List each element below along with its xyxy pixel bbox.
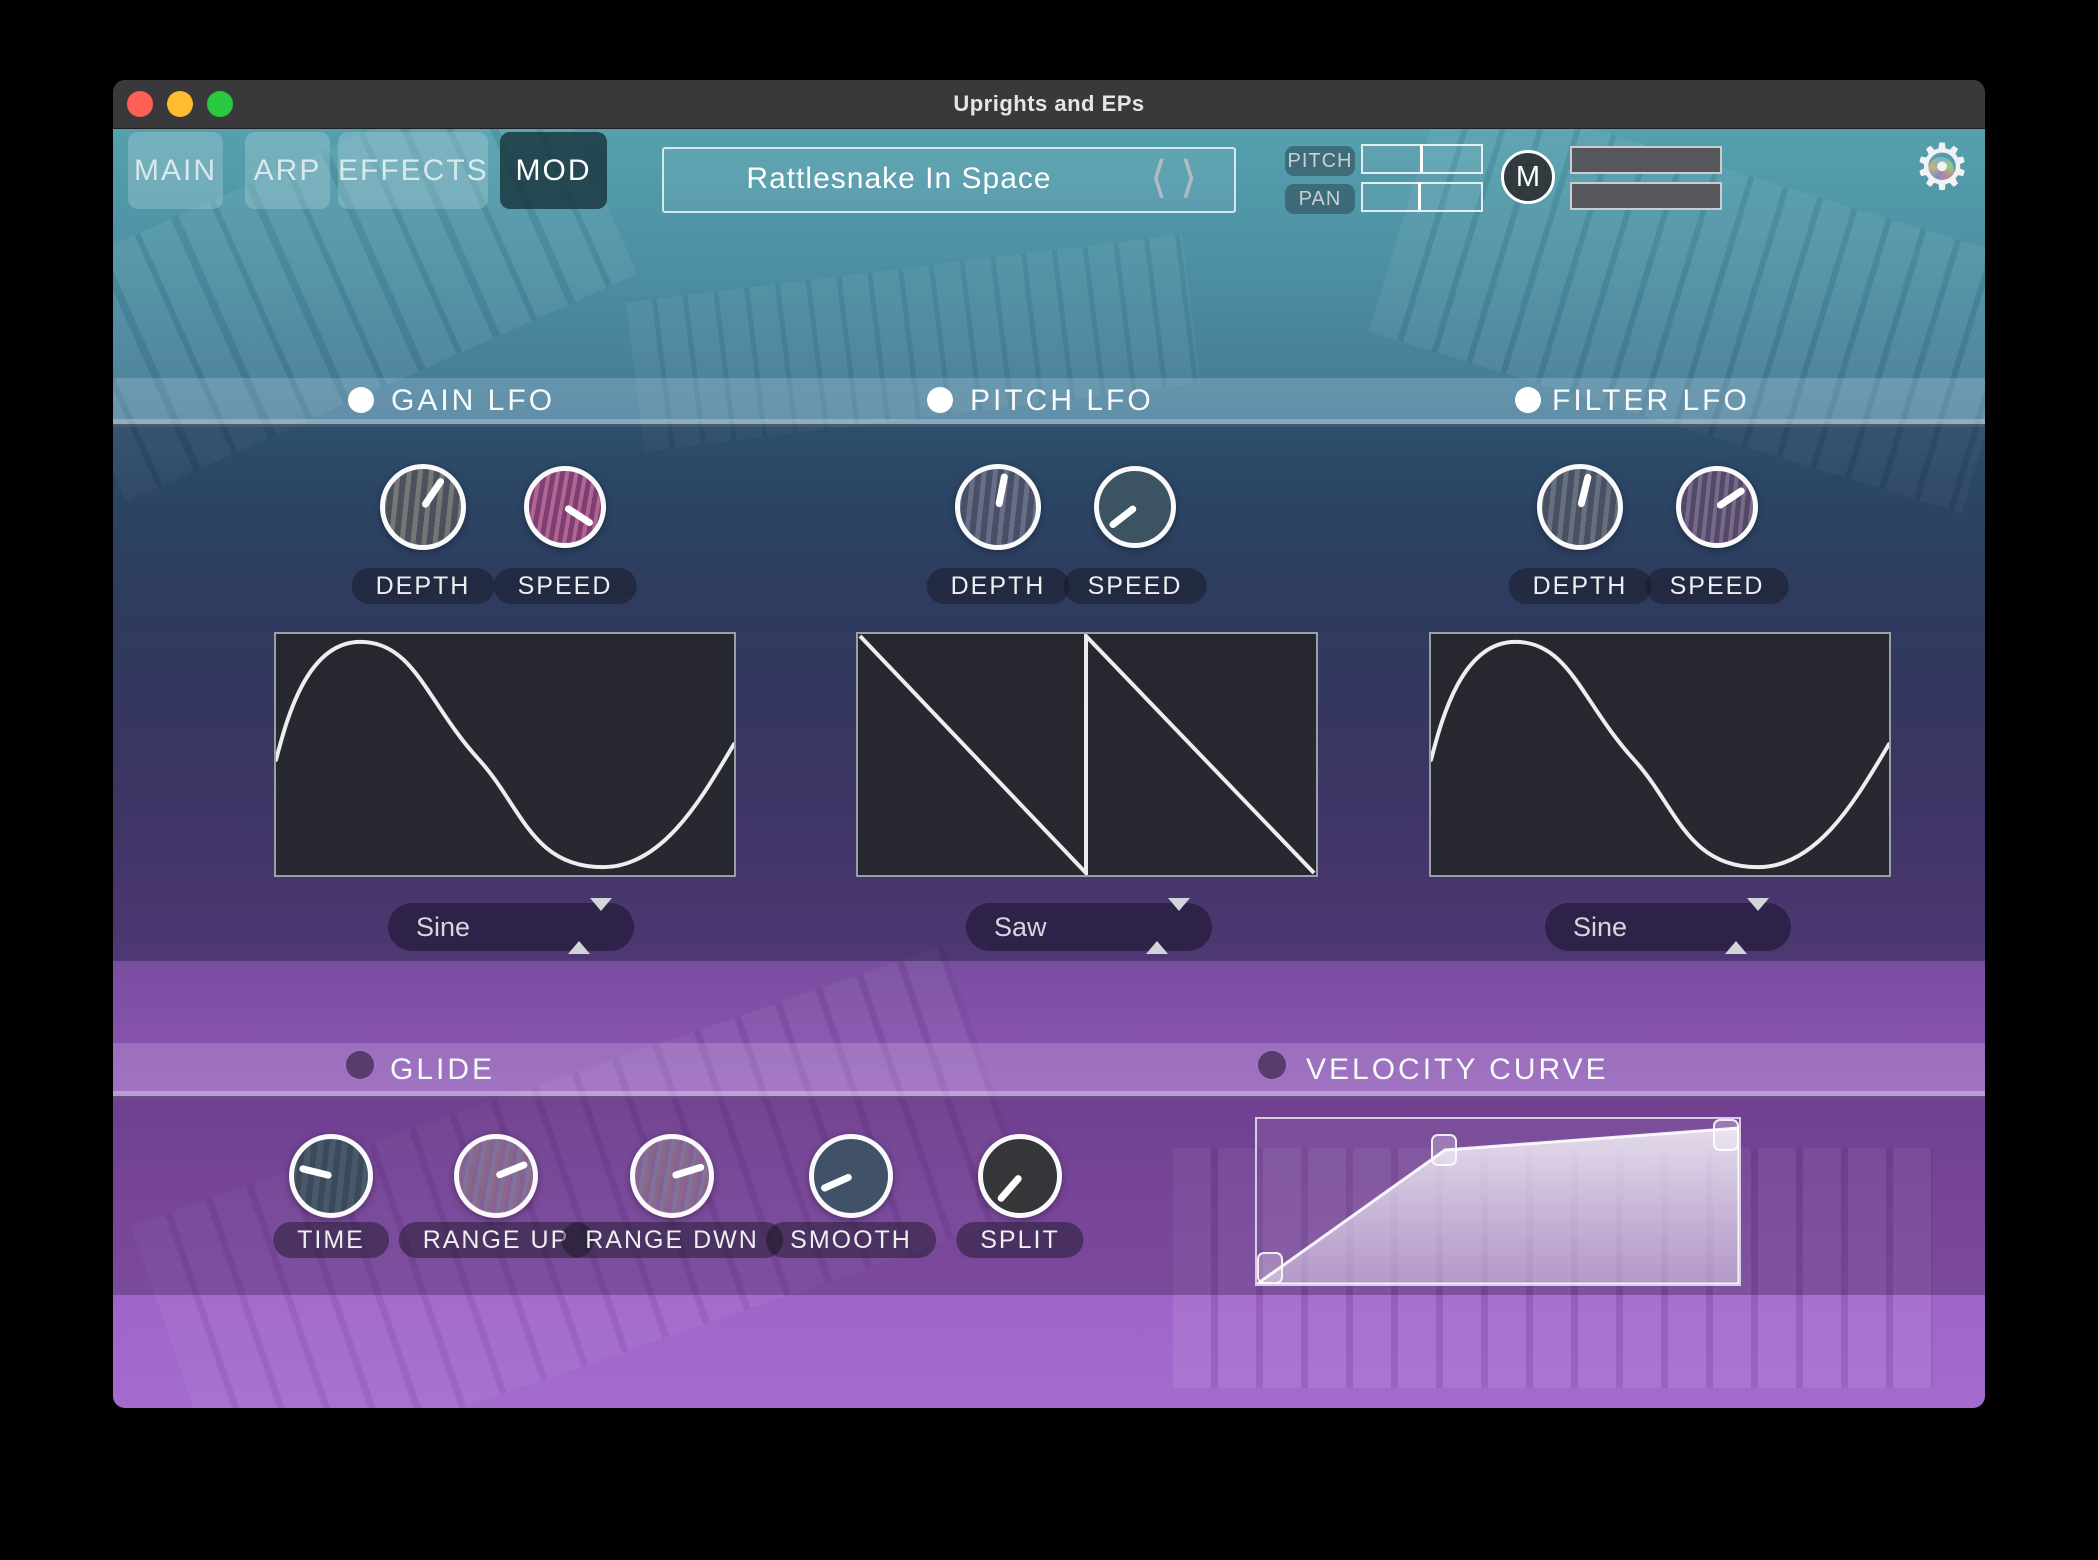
velocity-curve-handle[interactable] <box>1713 1119 1739 1151</box>
gain-depth-label: DEPTH <box>352 568 495 604</box>
knob-pointer <box>1577 473 1592 508</box>
filter-lfo-toggle[interactable] <box>1515 387 1541 413</box>
preset-name: Rattlesnake In Space <box>664 149 1134 211</box>
filter-speed-label: SPEED <box>1646 568 1789 604</box>
glide-split-knob[interactable] <box>978 1134 1062 1218</box>
window-title: Uprights and EPs <box>113 80 1985 128</box>
glide-toggle[interactable] <box>346 1051 374 1079</box>
velocity-curve-toggle[interactable] <box>1258 1051 1286 1079</box>
velocity-curve-handle[interactable] <box>1431 1134 1457 1166</box>
sort-arrows-icon <box>1146 911 1170 942</box>
meter-bar-bottom <box>1570 182 1722 210</box>
glide-range-dwn-knob[interactable] <box>630 1134 714 1218</box>
glide-range-dwn-label: RANGE DWN <box>561 1222 783 1258</box>
gain-waveform-value: Sine <box>416 903 470 951</box>
glide-time-knob[interactable] <box>289 1134 373 1218</box>
gain-lfo-title: GAIN LFO <box>391 378 555 424</box>
gain-waveform-select[interactable]: Sine <box>388 903 634 951</box>
glide-title: GLIDE <box>390 1043 495 1096</box>
tab-effects[interactable]: EFFECTS <box>338 132 488 209</box>
pan-slider[interactable] <box>1361 182 1483 212</box>
pan-slider-handle[interactable] <box>1418 182 1421 210</box>
pitch-depth-label: DEPTH <box>927 568 1070 604</box>
pitch-slider-handle[interactable] <box>1420 144 1423 172</box>
knob-pointer <box>996 1174 1023 1203</box>
filter-waveform-value: Sine <box>1573 903 1627 951</box>
knob-pointer <box>1715 486 1745 510</box>
mono-button[interactable]: M <box>1501 150 1555 204</box>
preset-prev-icon[interactable]: ⟨ <box>1150 149 1167 211</box>
pan-label: PAN <box>1285 184 1355 214</box>
knob-pointer <box>298 1165 332 1180</box>
filter-waveform-select[interactable]: Sine <box>1545 903 1791 951</box>
plugin-content: MAIN ARP EFFECTS MOD Rattlesnake In Spac… <box>113 128 1985 1408</box>
gain-speed-knob[interactable] <box>524 466 606 548</box>
knob-pointer <box>495 1160 528 1179</box>
plugin-window: Uprights and EPs MAIN ARP EFFECTS MOD Ra… <box>113 80 1985 1408</box>
velocity-curve-display[interactable] <box>1255 1117 1741 1286</box>
knob-pointer <box>995 473 1008 508</box>
gain-lfo-toggle[interactable] <box>348 387 374 413</box>
pitch-lfo-toggle[interactable] <box>927 387 953 413</box>
filter-speed-knob[interactable] <box>1676 466 1758 548</box>
gain-waveform-display <box>274 632 736 877</box>
gain-depth-knob[interactable] <box>380 464 466 550</box>
glide-range-up-knob[interactable] <box>454 1134 538 1218</box>
tab-main[interactable]: MAIN <box>128 132 223 209</box>
filter-waveform-display <box>1429 632 1891 877</box>
meter-bar-top <box>1570 146 1722 174</box>
preset-next-icon[interactable]: ⟩ <box>1180 149 1197 211</box>
gain-speed-label: SPEED <box>494 568 637 604</box>
pitch-speed-label: SPEED <box>1064 568 1207 604</box>
filter-depth-knob[interactable] <box>1537 464 1623 550</box>
pitch-slider[interactable] <box>1361 144 1483 174</box>
knob-pointer <box>819 1173 852 1193</box>
glide-smooth-knob[interactable] <box>809 1134 893 1218</box>
sort-arrows-icon <box>1725 911 1749 942</box>
tab-mod[interactable]: MOD <box>500 132 607 209</box>
velocity-curve-handle[interactable] <box>1257 1252 1283 1284</box>
pitch-speed-knob[interactable] <box>1094 466 1176 548</box>
settings-gear-icon[interactable]: ⚙ <box>1909 132 1975 202</box>
velocity-curve-shape <box>1257 1119 1739 1284</box>
tab-mod-label: MOD <box>516 154 592 187</box>
pitch-waveform-select[interactable]: Saw <box>966 903 1212 951</box>
pitch-waveform-value: Saw <box>994 903 1047 951</box>
tab-main-label: MAIN <box>134 154 217 187</box>
filter-depth-label: DEPTH <box>1509 568 1652 604</box>
tab-arp[interactable]: ARP <box>245 132 330 209</box>
filter-lfo-title: FILTER LFO <box>1552 378 1750 424</box>
pitch-depth-knob[interactable] <box>955 464 1041 550</box>
tab-effects-label: EFFECTS <box>338 154 489 187</box>
pitch-waveform-display <box>856 632 1318 877</box>
title-bar[interactable]: Uprights and EPs <box>113 80 1985 129</box>
pitch-label: PITCH <box>1285 146 1355 176</box>
glide-smooth-label: SMOOTH <box>766 1222 936 1258</box>
knob-pointer <box>563 504 594 527</box>
velocity-curve-title: VELOCITY CURVE <box>1306 1043 1609 1096</box>
tab-arp-label: ARP <box>254 154 322 187</box>
knob-pointer <box>671 1163 705 1179</box>
preset-selector[interactable]: Rattlesnake In Space ⟨ ⟩ <box>662 147 1236 213</box>
pitch-lfo-title: PITCH LFO <box>970 378 1154 424</box>
knob-pointer <box>420 477 445 509</box>
glide-split-label: SPLIT <box>956 1222 1083 1258</box>
knob-pointer <box>1108 504 1138 529</box>
glide-time-label: TIME <box>273 1222 389 1258</box>
sort-arrows-icon <box>568 911 592 942</box>
